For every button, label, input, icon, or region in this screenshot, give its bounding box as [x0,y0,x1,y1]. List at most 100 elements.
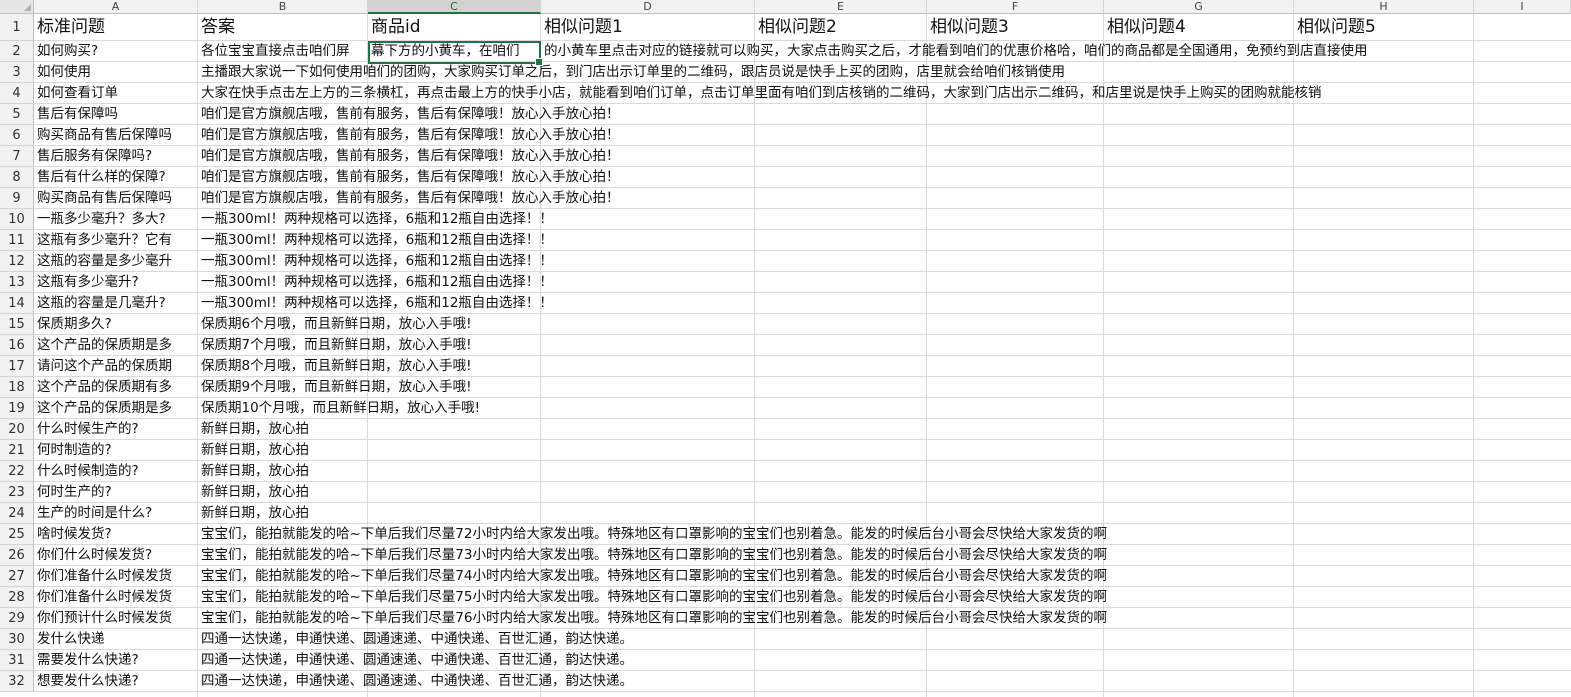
row-header[interactable]: 22 [0,461,34,482]
row-header[interactable]: 9 [0,188,34,209]
cell-b32[interactable]: 四通一达快递，申通快递、圆通速递、中通快递、百世汇通，韵达快递。 [198,671,633,691]
cell-a26[interactable]: 你们什么时候发货? [34,545,197,565]
row-header[interactable]: 13 [0,272,34,293]
cell-b7[interactable]: 咱们是官方旗舰店哦，售前有服务，售后有保障哦！放心入手放心拍！ [198,146,620,166]
row-header[interactable]: 27 [0,566,34,587]
cell-b13[interactable]: 一瓶300ml！两种规格可以选择，6瓶和12瓶自由选择！！ [198,272,553,292]
cell-a11[interactable]: 这瓶有多少毫升？它有 [34,230,197,250]
cell-b18[interactable]: 保质期9个月哦，而且新鲜日期，放心入手哦! [198,377,472,397]
row-header[interactable]: 18 [0,377,34,398]
column-header-f[interactable]: F [927,0,1104,14]
cell-c2[interactable]: 幕下方的小黄车，在咱们 [368,41,540,61]
row-header[interactable]: 24 [0,503,34,524]
cell-b25[interactable]: 宝宝们，能拍就能发的哈~下单后我们尽量72小时内给大家发出哦。特殊地区有口罩影响… [198,524,1107,544]
cell-a7[interactable]: 售后服务有保障吗? [34,146,197,166]
cell-a10[interactable]: 一瓶多少毫升？多大? [34,209,197,229]
column-title-d1[interactable]: 相似问题1 [541,14,754,40]
cell-a18[interactable]: 这个产品的保质期有多 [34,377,197,397]
column-title-c1[interactable]: 商品id [368,14,540,40]
row-header[interactable]: 11 [0,230,34,251]
cell-b16[interactable]: 保质期7个月哦，而且新鲜日期，放心入手哦! [198,335,472,355]
column-header-b[interactable]: B [198,0,368,14]
cell-b23[interactable]: 新鲜日期，放心拍 [198,482,367,502]
column-header-c[interactable]: C [368,0,541,14]
cell-b9[interactable]: 咱们是官方旗舰店哦，售前有服务，售后有保障哦！放心入手放心拍！ [198,188,620,208]
cell-b2[interactable]: 各位宝宝直接点击咱们屏 [198,41,367,61]
row-header[interactable]: 28 [0,587,34,608]
column-title-a1[interactable]: 标准问题 [34,14,197,40]
spreadsheet-grid[interactable]: ABCDEFGHI 1 2 3 4 5 6 7 8 9 10 11 12 13 14 15 16 17 18 19 2… [0,0,1571,697]
cell-a15[interactable]: 保质期多久? [34,314,197,334]
column-title-g1[interactable]: 相似问题4 [1104,14,1293,40]
cell-a29[interactable]: 你们预计什么时候发货 [34,608,197,628]
column-title-h1[interactable]: 相似问题5 [1294,14,1473,40]
row-header[interactable]: 12 [0,251,34,272]
cell-b6[interactable]: 咱们是官方旗舰店哦，售前有服务，售后有保障哦！放心入手放心拍！ [198,125,620,145]
row-header[interactable]: 14 [0,293,34,314]
select-all-button[interactable] [0,0,34,14]
column-header-i[interactable]: I [1474,0,1571,14]
row-header[interactable]: 17 [0,356,34,377]
cell-b5[interactable]: 咱们是官方旗舰店哦，售前有服务，售后有保障哦！放心入手放心拍！ [198,104,620,124]
cell-b20[interactable]: 新鲜日期，放心拍 [198,419,367,439]
row-header[interactable]: 23 [0,482,34,503]
cell-a14[interactable]: 这瓶的容量是几毫升? [34,293,197,313]
row-header[interactable]: 21 [0,440,34,461]
cell-a13[interactable]: 这瓶有多少毫升? [34,272,197,292]
cell-b15[interactable]: 保质期6个月哦，而且新鲜日期，放心入手哦! [198,314,472,334]
cell-b30[interactable]: 四通一达快递，申通快递、圆通速递、中通快递、百世汇通，韵达快递。 [198,629,633,649]
row-header[interactable]: 26 [0,545,34,566]
cell-a6[interactable]: 购买商品有售后保障吗 [34,125,197,145]
cell-d2[interactable]: 的小黄车里点击对应的链接就可以购买，大家点击购买之后，才能看到咱们的优惠价格哈，… [541,41,1368,61]
cell-a9[interactable]: 购买商品有售后保障吗 [34,188,197,208]
cell-a3[interactable]: 如何使用 [34,62,197,82]
cell-a31[interactable]: 需要发什么快递? [34,650,197,670]
cell-a4[interactable]: 如何查看订单 [34,83,197,103]
row-header[interactable]: 6 [0,125,34,146]
cell-b28[interactable]: 宝宝们，能拍就能发的哈~下单后我们尽量75小时内给大家发出哦。特殊地区有口罩影响… [198,587,1107,607]
column-header-a[interactable]: A [34,0,198,14]
cell-a5[interactable]: 售后有保障吗 [34,104,197,124]
cell-b12[interactable]: 一瓶300ml！两种规格可以选择，6瓶和12瓶自由选择！！ [198,251,553,271]
row-header[interactable]: 30 [0,629,34,650]
row-header[interactable]: 31 [0,650,34,671]
cell-a25[interactable]: 啥时候发货? [34,524,197,544]
row-header[interactable]: 4 [0,83,34,104]
cell-b31[interactable]: 四通一达快递，申通快递、圆通速递、中通快递、百世汇通，韵达快递。 [198,650,633,670]
cell-a17[interactable]: 请问这个产品的保质期 [34,356,197,376]
cell-a21[interactable]: 何时制造的? [34,440,197,460]
cell-b10[interactable]: 一瓶300ml！两种规格可以选择，6瓶和12瓶自由选择！！ [198,209,553,229]
column-header-h[interactable]: H [1294,0,1474,14]
cell-b22[interactable]: 新鲜日期，放心拍 [198,461,367,481]
cell-a22[interactable]: 什么时候制造的? [34,461,197,481]
cell-b17[interactable]: 保质期8个月哦，而且新鲜日期，放心入手哦! [198,356,472,376]
cell-b21[interactable]: 新鲜日期，放心拍 [198,440,367,460]
row-header[interactable]: 8 [0,167,34,188]
cell-b29[interactable]: 宝宝们，能拍就能发的哈~下单后我们尽量76小时内给大家发出哦。特殊地区有口罩影响… [198,608,1107,628]
column-header-e[interactable]: E [755,0,927,14]
row-header[interactable]: 5 [0,104,34,125]
cell-b27[interactable]: 宝宝们，能拍就能发的哈~下单后我们尽量74小时内给大家发出哦。特殊地区有口罩影响… [198,566,1107,586]
cell-a20[interactable]: 什么时候生产的? [34,419,197,439]
cell-b8[interactable]: 咱们是官方旗舰店哦，售前有服务，售后有保障哦！放心入手放心拍！ [198,167,620,187]
cell-a16[interactable]: 这个产品的保质期是多 [34,335,197,355]
cell-b4[interactable]: 大家在快手点击左上方的三条横杠，再点击最上方的快手小店，就能看到咱们订单，点击订… [198,83,1322,103]
row-header[interactable]: 10 [0,209,34,230]
column-title-f1[interactable]: 相似问题3 [927,14,1103,40]
column-title-b1[interactable]: 答案 [198,14,367,40]
cell-b14[interactable]: 一瓶300ml！两种规格可以选择，6瓶和12瓶自由选择！！ [198,293,553,313]
cell-a27[interactable]: 你们准备什么时候发货 [34,566,197,586]
cell-a30[interactable]: 发什么快递 [34,629,197,649]
row-header[interactable]: 2 [0,41,34,62]
cell-a12[interactable]: 这瓶的容量是多少毫升 [34,251,197,271]
cell-a19[interactable]: 这个产品的保质期是多 [34,398,197,418]
row-header[interactable]: 19 [0,398,34,419]
cell-b26[interactable]: 宝宝们，能拍就能发的哈~下单后我们尽量73小时内给大家发出哦。特殊地区有口罩影响… [198,545,1107,565]
cell-b3[interactable]: 主播跟大家说一下如何使用咱们的团购，大家购买订单之后，到门店出示订单里的二维码，… [198,62,1065,82]
cell-a8[interactable]: 售后有什么样的保障? [34,167,197,187]
row-header[interactable]: 20 [0,419,34,440]
row-header[interactable]: 16 [0,335,34,356]
cell-a2[interactable]: 如何购买? [34,41,197,61]
row-header[interactable]: 29 [0,608,34,629]
cell-a23[interactable]: 何时生产的? [34,482,197,502]
